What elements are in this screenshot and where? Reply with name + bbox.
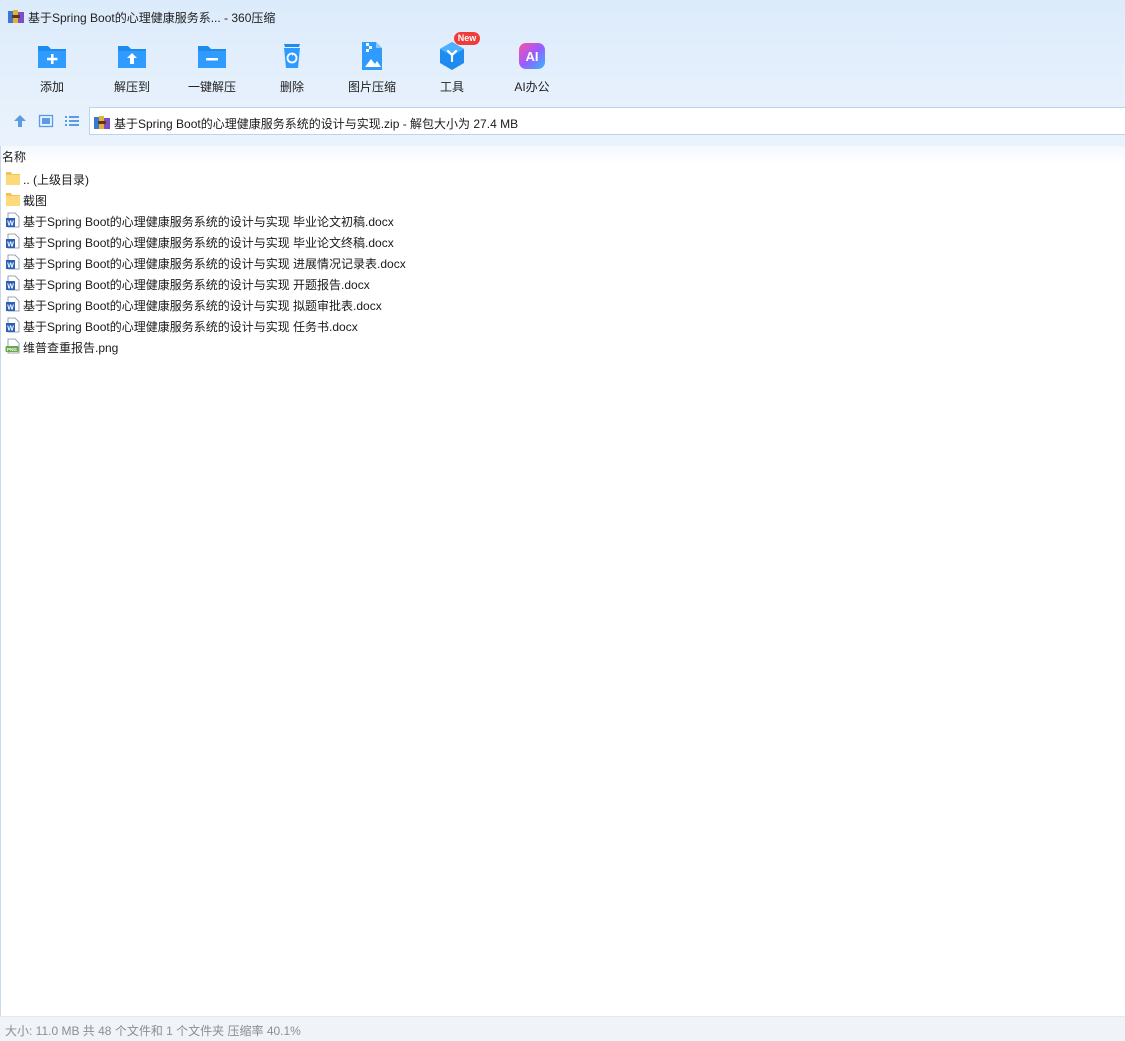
delete-button[interactable]: 删除: [252, 38, 332, 102]
column-header-name[interactable]: 名称: [0, 146, 1125, 164]
folder-icon: [6, 172, 20, 185]
list-item[interactable]: W 基于Spring Boot的心理健康服务系统的设计与实现 任务书.docx: [0, 315, 1125, 336]
add-button[interactable]: 添加: [12, 38, 92, 102]
column-name-label: 名称: [2, 150, 27, 164]
archive-icon: [94, 116, 110, 129]
address-bar[interactable]: 基于Spring Boot的心理健康服务系统的设计与实现.zip - 解包大小为…: [89, 107, 1125, 135]
file-name: 基于Spring Boot的心理健康服务系统的设计与实现 毕业论文终稿.docx: [23, 236, 394, 250]
svg-text:W: W: [7, 263, 14, 270]
svg-text:PNG: PNG: [7, 347, 17, 352]
address-path: 基于Spring Boot的心理健康服务系统的设计与实现.zip - 解包大小为…: [114, 117, 519, 131]
top-panel: 基于Spring Boot的心理健康服务系... - 360压缩 添加 解压到: [0, 0, 1125, 146]
tools-label: 工具: [439, 80, 464, 94]
file-name: 基于Spring Boot的心理健康服务系统的设计与实现 进展情况记录表.doc…: [23, 257, 406, 271]
svg-text:W: W: [7, 242, 14, 249]
status-bar: 大小: 11.0 MB 共 48 个文件和 1 个文件夹 压缩率 40.1%: [0, 1016, 1125, 1041]
list-item[interactable]: W 基于Spring Boot的心理健康服务系统的设计与实现 拟题审批表.doc…: [0, 294, 1125, 315]
up-arrow-icon[interactable]: [12, 113, 28, 129]
delete-label: 删除: [279, 80, 304, 94]
list-item[interactable]: PNG 维普查重报告.png: [0, 336, 1125, 357]
winrar-books-icon: [8, 10, 24, 23]
window-title: 基于Spring Boot的心理健康服务系... - 360压缩: [28, 11, 276, 25]
folder-extract-icon: [118, 46, 146, 68]
file-list: .. (上级目录) 截图 W 基于Spring Boot的心理健康服务系统的设计…: [0, 168, 1125, 357]
status-text: 大小: 11.0 MB 共 48 个文件和 1 个文件夹 压缩率 40.1%: [5, 1024, 301, 1038]
folder-add-icon: [38, 46, 66, 68]
word-doc-icon: W: [6, 233, 20, 249]
word-doc-icon: W: [6, 317, 20, 333]
toolbar: 添加 解压到 一键解压 删除 图片压缩 工具 AI AI办公: [12, 38, 572, 102]
list-item[interactable]: W 基于Spring Boot的心理健康服务系统的设计与实现 开题报告.docx: [0, 273, 1125, 294]
file-name: 维普查重报告.png: [23, 341, 119, 355]
svg-text:W: W: [7, 305, 14, 312]
extract-to-label: 解压到: [113, 80, 150, 94]
one-click-extract-label: 一键解压: [187, 80, 236, 94]
word-doc-icon: W: [6, 296, 20, 312]
svg-text:AI: AI: [526, 49, 539, 64]
svg-text:W: W: [7, 284, 14, 291]
image-compress-icon: [362, 42, 382, 70]
word-doc-icon: W: [6, 275, 20, 291]
list-view-icon[interactable]: [64, 113, 80, 129]
ai-office-label: AI办公: [514, 80, 550, 94]
new-badge: New: [454, 32, 480, 45]
recycle-bin-icon: [284, 44, 300, 68]
file-name: 基于Spring Boot的心理健康服务系统的设计与实现 毕业论文初稿.docx: [23, 215, 394, 229]
ai-office-button[interactable]: AI AI办公: [492, 38, 572, 102]
png-image-icon: PNG: [5, 338, 20, 354]
extract-to-button[interactable]: 解压到: [92, 38, 172, 102]
one-click-extract-button[interactable]: 一键解压: [172, 38, 252, 102]
ai-office-icon: AI: [519, 43, 545, 69]
thumbnail-view-icon[interactable]: [38, 113, 54, 129]
list-item[interactable]: 截图: [0, 189, 1125, 210]
file-name: 基于Spring Boot的心理健康服务系统的设计与实现 任务书.docx: [23, 320, 358, 334]
tools-button[interactable]: 工具: [412, 38, 492, 102]
list-item[interactable]: W 基于Spring Boot的心理健康服务系统的设计与实现 毕业论文初稿.do…: [0, 210, 1125, 231]
svg-text:W: W: [7, 326, 14, 333]
folder-icon: [6, 193, 20, 206]
image-compress-label: 图片压缩: [347, 80, 396, 94]
file-name: 基于Spring Boot的心理健康服务系统的设计与实现 拟题审批表.docx: [23, 299, 382, 313]
add-label: 添加: [39, 80, 64, 94]
list-item[interactable]: W 基于Spring Boot的心理健康服务系统的设计与实现 进展情况记录表.d…: [0, 252, 1125, 273]
file-name: 基于Spring Boot的心理健康服务系统的设计与实现 开题报告.docx: [23, 278, 370, 292]
word-doc-icon: W: [6, 212, 20, 228]
svg-text:W: W: [7, 221, 14, 228]
word-doc-icon: W: [6, 254, 20, 270]
one-click-extract-icon: [198, 46, 226, 68]
file-name: 截图: [23, 194, 48, 208]
title-bar: 基于Spring Boot的心理健康服务系... - 360压缩: [0, 0, 1125, 32]
list-item[interactable]: W 基于Spring Boot的心理健康服务系统的设计与实现 毕业论文终稿.do…: [0, 231, 1125, 252]
address-row: 基于Spring Boot的心理健康服务系统的设计与实现.zip - 解包大小为…: [0, 106, 1125, 136]
file-name: .. (上级目录): [23, 173, 89, 187]
image-compress-button[interactable]: 图片压缩: [332, 38, 412, 102]
list-item-parent-dir[interactable]: .. (上级目录): [0, 168, 1125, 189]
